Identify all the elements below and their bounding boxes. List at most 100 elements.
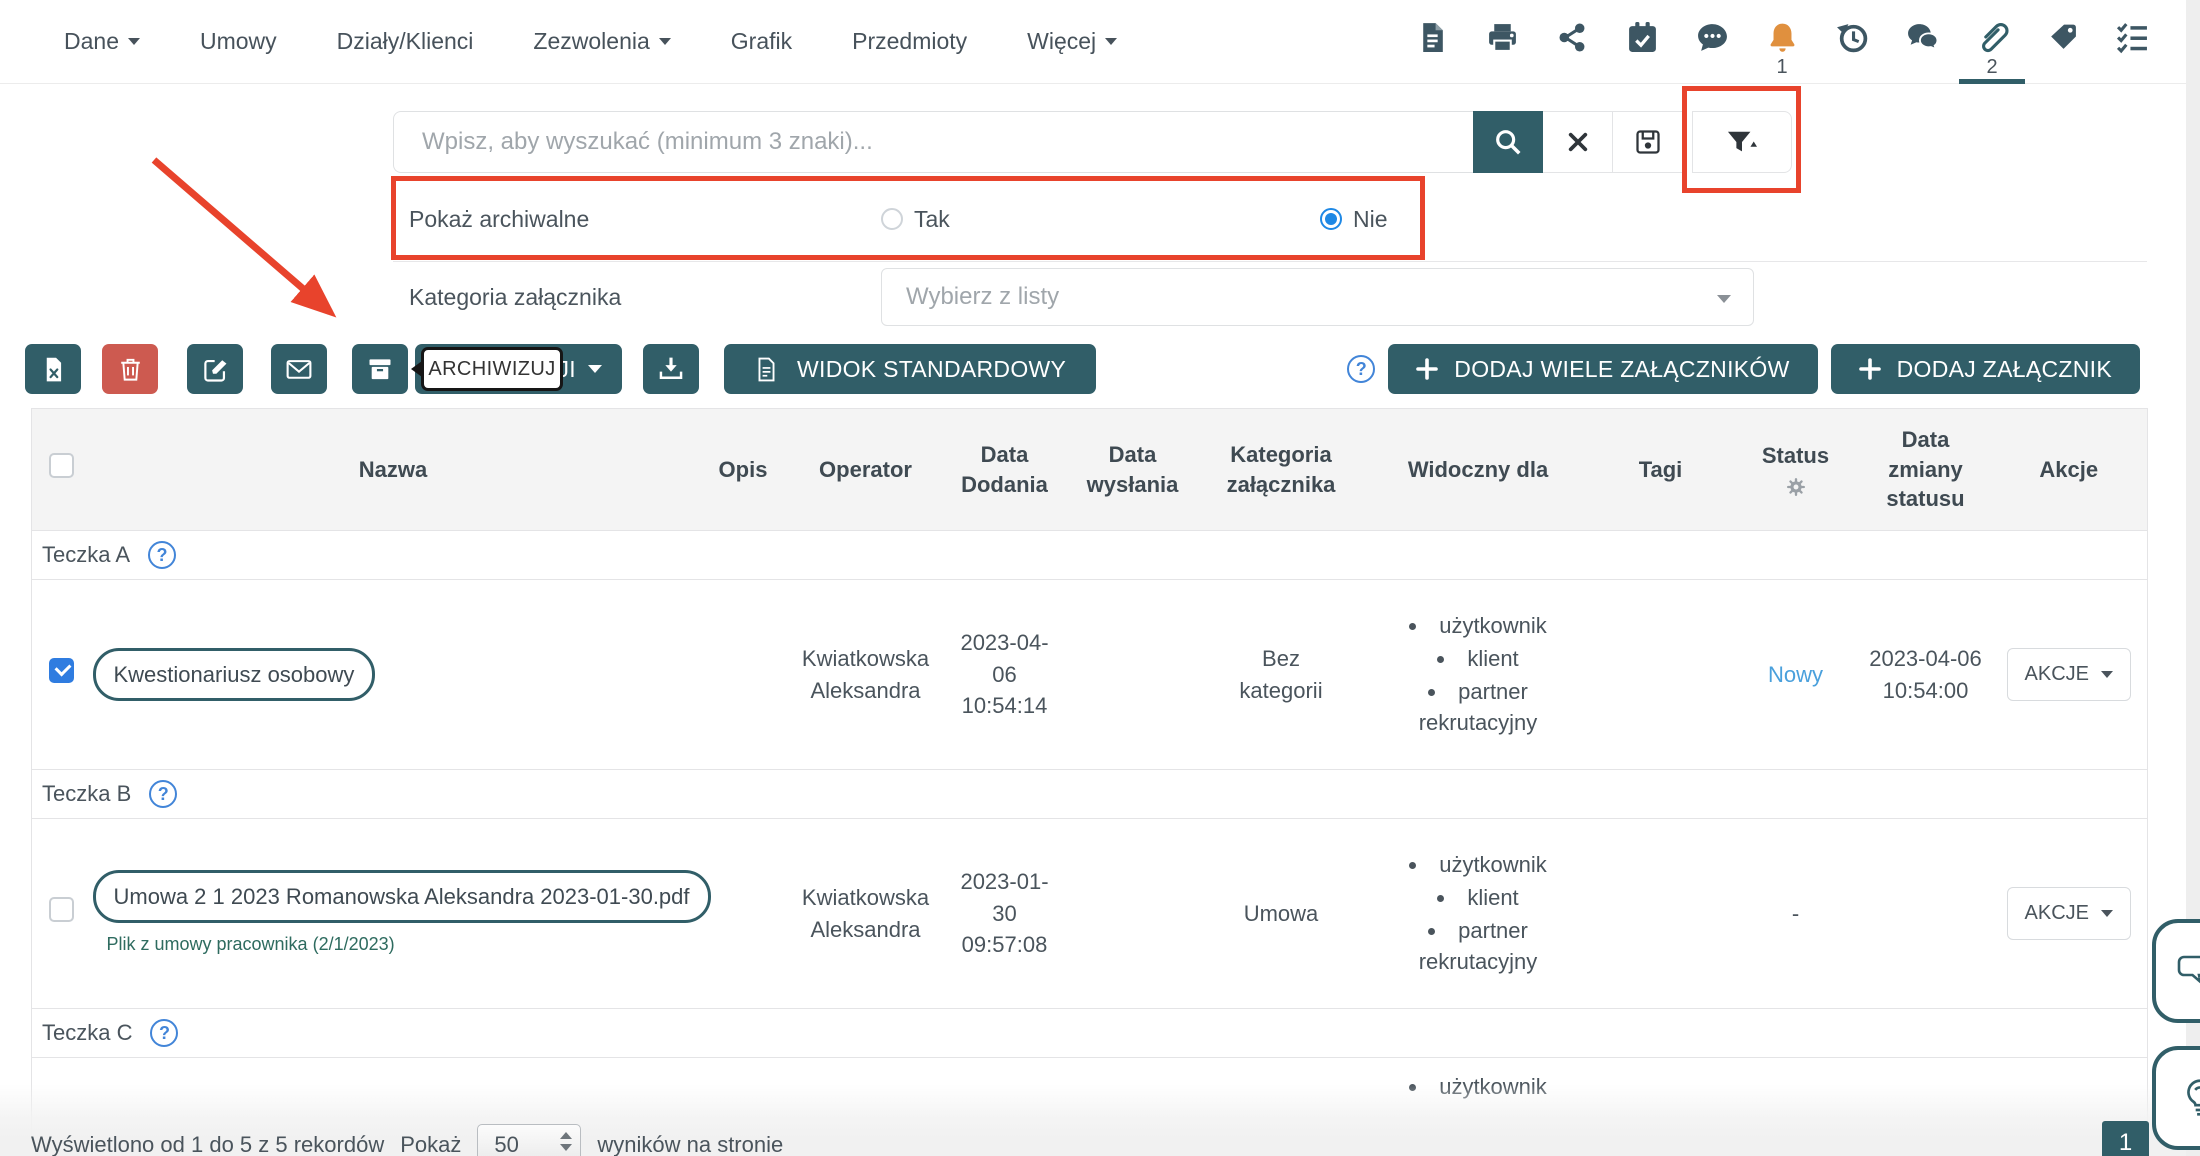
- status-link[interactable]: Nowy: [1768, 662, 1823, 687]
- radio-unselected-icon[interactable]: [881, 208, 903, 230]
- stepper-up-icon[interactable]: [560, 1132, 572, 1139]
- cell-widoczny-dla: użytkownik klient partner rekrutacyjny: [1366, 580, 1591, 770]
- col-data-dodania[interactable]: Data Dodania: [941, 409, 1069, 531]
- chat-widget-button[interactable]: [2152, 919, 2200, 1023]
- col-data-wyslania[interactable]: Data wysłania: [1069, 409, 1197, 531]
- lightbulb-icon: [2177, 1075, 2200, 1121]
- group-help-icon[interactable]: [150, 1019, 178, 1047]
- clear-search-button[interactable]: [1543, 111, 1613, 173]
- chat-messages-icon[interactable]: [1902, 0, 1942, 84]
- radio-selected-icon[interactable]: [1320, 208, 1342, 230]
- help-icon[interactable]: [1347, 355, 1375, 383]
- row-checkbox-checked[interactable]: [49, 658, 74, 683]
- add-attachment-button[interactable]: DODAJ ZAŁĄCZNIK: [1831, 344, 2140, 394]
- attachment-name-pill[interactable]: Umowa 2 1 2023 Romanowska Aleksandra 202…: [93, 870, 711, 924]
- col-data-zmiany-statusu[interactable]: Data zmiany statusu: [1861, 409, 1991, 531]
- delete-button[interactable]: [102, 344, 158, 394]
- edit-button[interactable]: [187, 344, 243, 394]
- standard-view-button[interactable]: WIDOK STANDARDOWY: [724, 344, 1096, 394]
- nav-item-wiecej[interactable]: Więcej: [1027, 28, 1117, 55]
- nav-label: Przedmioty: [852, 28, 967, 55]
- archive-button[interactable]: [352, 344, 408, 394]
- cell-opis: [696, 819, 791, 1009]
- col-kategoria[interactable]: Kategoria załącznika: [1197, 409, 1366, 531]
- cell-data-dodania: 2023-01-30 09:57:08: [941, 819, 1069, 1009]
- search-input[interactable]: [393, 111, 1473, 173]
- comment-dots-icon[interactable]: [1692, 0, 1732, 84]
- group-help-icon[interactable]: [149, 780, 177, 808]
- nav-item-dzialy-klienci[interactable]: Działy/Klienci: [337, 28, 474, 55]
- cell-status: -: [1731, 819, 1861, 1009]
- nav-label: Więcej: [1027, 28, 1096, 55]
- save-search-button[interactable]: [1613, 111, 1683, 173]
- gear-icon[interactable]: [1785, 476, 1807, 498]
- cell-operator: Kwiatkowska Aleksandra: [791, 580, 941, 770]
- group-label: Teczka C: [42, 1020, 132, 1046]
- nav-item-dane[interactable]: Dane: [64, 28, 140, 55]
- stepper-arrows[interactable]: [560, 1132, 572, 1151]
- select-all-checkbox[interactable]: [49, 453, 74, 478]
- calendar-check-icon[interactable]: [1622, 0, 1662, 84]
- group-row-teczka-b: Teczka B: [32, 770, 2148, 819]
- download-button[interactable]: [643, 344, 699, 394]
- chevron-down-icon: [2101, 671, 2113, 678]
- actions-dropdown-button[interactable]: AKCJE: [2007, 887, 2131, 940]
- col-nazwa[interactable]: Nazwa: [91, 409, 696, 531]
- nav-item-umowy[interactable]: Umowy: [200, 28, 277, 55]
- filter-toggle-button[interactable]: [1692, 111, 1792, 173]
- pagination-page-1[interactable]: 1: [2102, 1121, 2149, 1156]
- col-operator[interactable]: Operator: [791, 409, 941, 531]
- group-label: Teczka B: [42, 781, 131, 807]
- col-tagi[interactable]: Tagi: [1591, 409, 1731, 531]
- more-options-button[interactable]: PCJI ARCHIWIZUJ: [415, 344, 622, 394]
- chevron-down-icon: [1717, 295, 1731, 303]
- edit-icon: [202, 356, 229, 383]
- col-akcje: Akcje: [1991, 409, 2148, 531]
- filter-separator: [393, 261, 2147, 262]
- notifications-bell-icon[interactable]: 1: [1762, 0, 1802, 84]
- radio-option-nie[interactable]: Nie: [1320, 206, 1388, 233]
- search-icon: [1493, 127, 1523, 157]
- category-select[interactable]: Wybierz z listy: [881, 268, 1754, 326]
- cell-widoczny-dla: użytkownik klient partner rekrutacyjny: [1366, 819, 1591, 1009]
- filter-icon: [1725, 127, 1759, 157]
- nav-label: Umowy: [200, 28, 277, 55]
- nav-item-grafik[interactable]: Grafik: [731, 28, 792, 55]
- cell-kategoria: Umowa: [1197, 819, 1366, 1009]
- col-status[interactable]: Status: [1731, 409, 1861, 531]
- nav-label: Grafik: [731, 28, 792, 55]
- nav-label: Zezwolenia: [533, 28, 649, 55]
- col-opis[interactable]: Opis: [696, 409, 791, 531]
- page-size-stepper[interactable]: 50: [477, 1124, 581, 1156]
- excel-file-icon: [40, 356, 67, 383]
- search-button[interactable]: [1473, 111, 1543, 173]
- actions-dropdown-button[interactable]: AKCJE: [2007, 648, 2131, 701]
- visible-for-item: użytkownik: [1374, 849, 1583, 881]
- tags-icon[interactable]: [2042, 0, 2082, 84]
- col-widoczny-dla[interactable]: Widoczny dla: [1366, 409, 1591, 531]
- group-help-icon[interactable]: [148, 541, 176, 569]
- chevron-down-icon: [659, 38, 671, 45]
- nav-item-przedmioty[interactable]: Przedmioty: [852, 28, 967, 55]
- email-button[interactable]: [271, 344, 327, 394]
- attachments-paperclip-icon[interactable]: 2: [1972, 0, 2012, 84]
- stepper-down-icon[interactable]: [560, 1144, 572, 1151]
- documents-icon[interactable]: [1412, 0, 1452, 84]
- share-icon[interactable]: [1552, 0, 1592, 84]
- export-excel-button[interactable]: [25, 344, 81, 394]
- save-icon: [1634, 128, 1662, 156]
- print-icon[interactable]: [1482, 0, 1522, 84]
- cell-data-zmiany: [1861, 819, 1991, 1009]
- history-icon[interactable]: [1832, 0, 1872, 84]
- attachment-name-pill[interactable]: Kwestionariusz osobowy: [93, 648, 376, 702]
- download-icon: [657, 355, 685, 383]
- row-checkbox[interactable]: [49, 897, 74, 922]
- toolbar-right-group: DODAJ WIELE ZAŁĄCZNIKÓW DODAJ ZAŁĄCZNIK: [1347, 344, 2140, 394]
- radio-option-tak[interactable]: Tak: [881, 206, 1320, 233]
- filter-row-category: Kategoria załącznika Wybierz z listy: [409, 268, 2186, 326]
- add-many-attachments-button[interactable]: DODAJ WIELE ZAŁĄCZNIKÓW: [1388, 344, 1817, 394]
- task-list-icon[interactable]: [2112, 0, 2152, 84]
- chevron-down-icon: [588, 365, 602, 373]
- nav-item-zezwolenia[interactable]: Zezwolenia: [533, 28, 670, 55]
- tips-widget-button[interactable]: [2152, 1046, 2200, 1150]
